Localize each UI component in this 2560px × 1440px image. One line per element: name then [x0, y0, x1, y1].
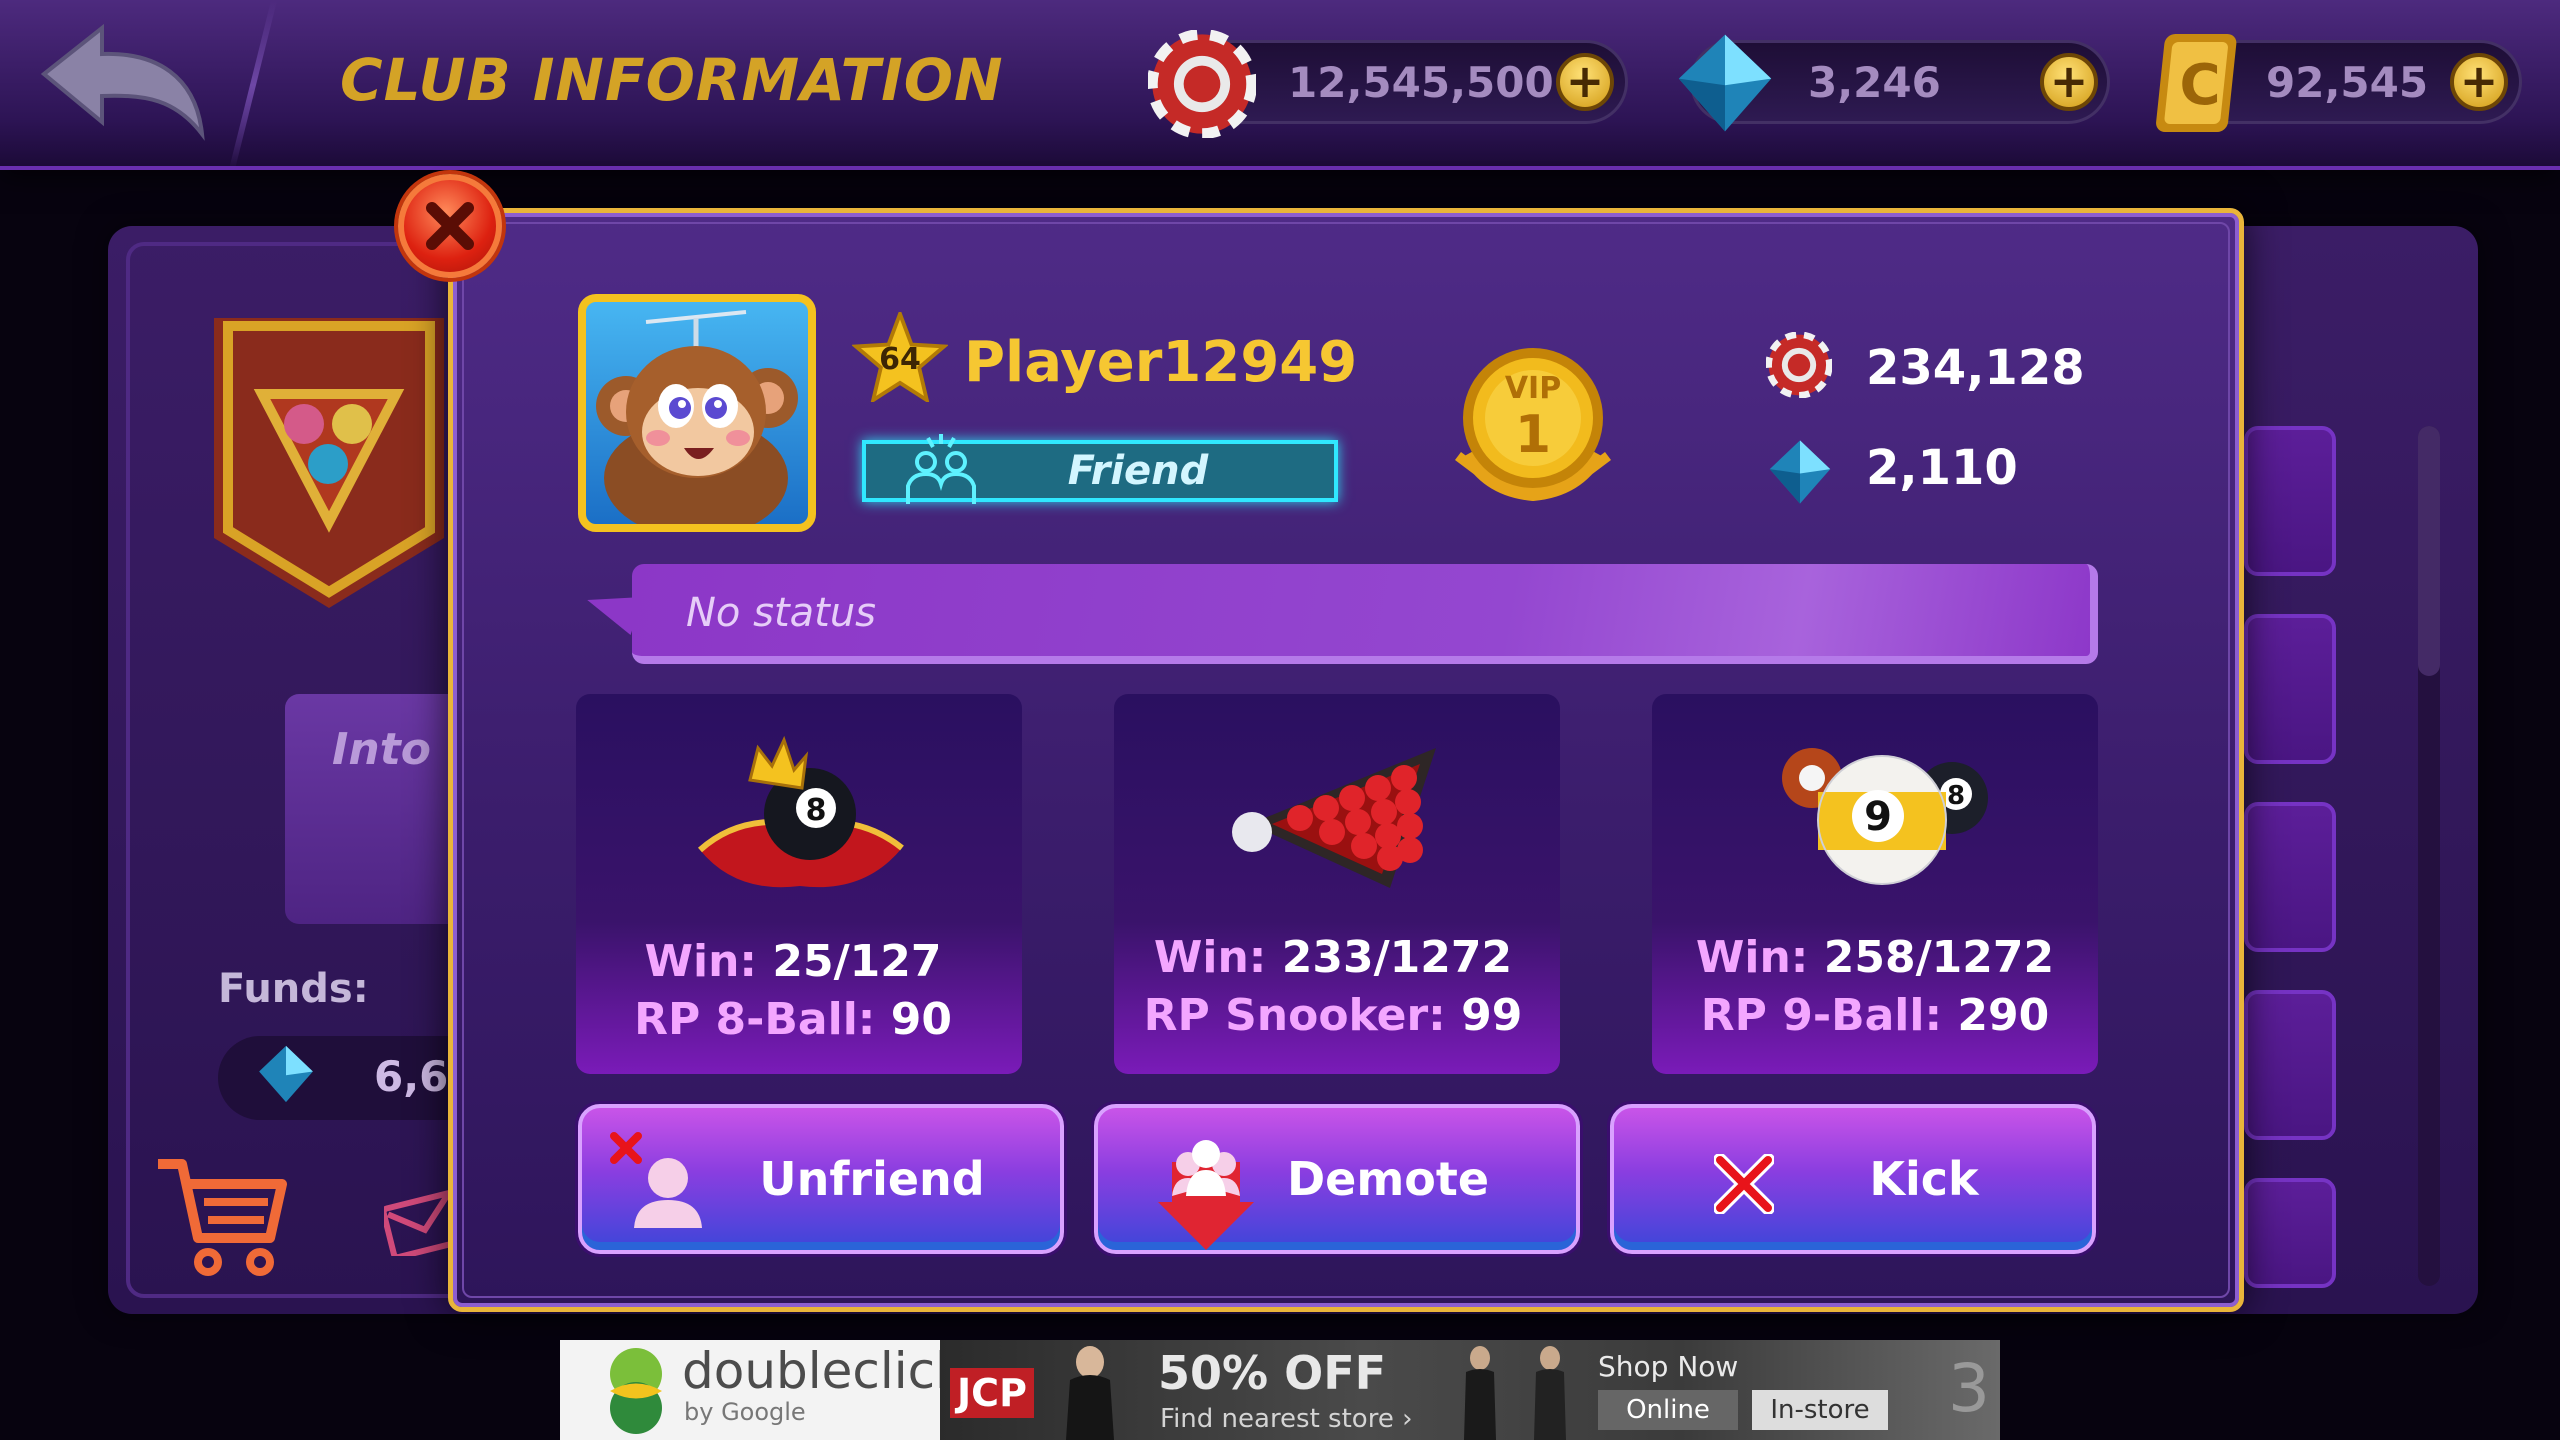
member-slot[interactable] [2244, 802, 2336, 952]
add-chips-button[interactable]: + [1556, 53, 1614, 111]
rp-8-ball-value: 90 [890, 994, 952, 1045]
back-arrow-icon[interactable] [36, 14, 216, 144]
member-slot[interactable] [2244, 990, 2336, 1140]
player-diamond-icon [1769, 440, 1831, 504]
funds-label: Funds: [218, 966, 369, 1012]
ad-instore-button[interactable]: In-store [1752, 1390, 1888, 1430]
ad-shop-now: Shop Now [1598, 1350, 1739, 1383]
win-8-ball: Win: 25/127 [570, 936, 1016, 987]
rp-snooker: RP Snooker: 99 [1110, 990, 1556, 1041]
close-button[interactable] [398, 174, 502, 278]
player-chips-icon [1766, 332, 1832, 398]
nine-ball-icon: 8 9 [1782, 748, 1988, 885]
close-icon [426, 202, 474, 250]
ad-brand-sub: by Google [684, 1398, 806, 1426]
player-avatar[interactable] [578, 294, 816, 532]
kick-button[interactable]: Kick [1610, 1104, 2096, 1254]
page-title: CLUB INFORMATION [340, 46, 1004, 114]
unfriend-label: Unfriend [759, 1152, 985, 1206]
member-slot[interactable] [2244, 614, 2336, 764]
win-9-ball: Win: 258/1272 [1652, 932, 2098, 983]
kick-label: Kick [1869, 1152, 1979, 1206]
rp-9-ball: RP 9-Ball: 290 [1652, 990, 2098, 1041]
ad-model-photo-icon [1066, 1346, 1114, 1440]
relation-label: Friend [1067, 448, 1209, 494]
ad-offer-sub: Find nearest store › [1160, 1404, 1413, 1434]
win-8-ball-value: 25/127 [772, 936, 942, 987]
ad-store-logo: JCP [950, 1368, 1034, 1418]
vip-label: VIP [1505, 371, 1561, 406]
vip-level: 1 [1515, 405, 1551, 465]
doubleclick-logo-icon [610, 1348, 662, 1434]
funds-diamond-icon [259, 1045, 313, 1103]
svg-text:8: 8 [1947, 781, 1965, 811]
member-slot[interactable] [2244, 1178, 2336, 1288]
friends-hug-icon [906, 434, 976, 504]
rp-9-ball-value: 290 [1957, 990, 2050, 1041]
ad-online-button[interactable]: Online [1598, 1390, 1738, 1430]
ad-slide-number: 3 [1948, 1350, 1990, 1427]
kick-x-icon [1714, 1154, 1774, 1214]
chip-icon [1148, 30, 1256, 138]
diamond-icon [1678, 34, 1772, 132]
rp-label: RP Snooker: [1143, 990, 1446, 1041]
win-label: Win: [1153, 932, 1267, 983]
player-chips-value: 234,128 [1866, 340, 2085, 396]
ad-models-photo-icon [1464, 1346, 1566, 1440]
scrollbar-thumb[interactable] [2418, 426, 2440, 676]
svg-text:8: 8 [806, 793, 827, 828]
shop-cart-icon[interactable] [152, 1150, 292, 1280]
player-gems-value: 2,110 [1866, 440, 2018, 496]
rp-8-ball: RP 8-Ball: 90 [570, 994, 1016, 1045]
win-label: Win: [644, 936, 758, 987]
win-9-ball-value: 258/1272 [1823, 932, 2055, 983]
snooker-rack-icon [1232, 748, 1436, 888]
eight-ball-crown-icon: 8 [697, 735, 904, 888]
vip-medal-icon: VIP 1 [1455, 348, 1611, 502]
player-name: Player12949 [964, 330, 1358, 395]
win-label: Win: [1695, 932, 1809, 983]
rp-snooker-value: 99 [1461, 990, 1523, 1041]
add-coins-button[interactable]: + [2450, 53, 2508, 111]
rp-label: RP 9-Ball: [1700, 990, 1943, 1041]
chips-balance: 12,545,500 [1288, 58, 1554, 107]
win-snooker: Win: 233/1272 [1110, 932, 1556, 983]
ad-brand: doubleclick [682, 1342, 965, 1400]
svg-text:9: 9 [1864, 794, 1892, 840]
add-diamonds-button[interactable]: + [2040, 53, 2098, 111]
monkey-avatar-icon [596, 310, 798, 524]
member-slot[interactable] [2244, 426, 2336, 576]
coins-balance: 92,545 [2266, 58, 2429, 107]
win-snooker-value: 233/1272 [1281, 932, 1513, 983]
unfriend-icon [610, 1132, 702, 1228]
coin-icon: C [2156, 34, 2237, 132]
player-status: No status [686, 590, 877, 636]
svg-text:C: C [2179, 53, 2220, 118]
demote-button[interactable]: Demote [1094, 1104, 1580, 1254]
diamonds-balance: 3,246 [1808, 58, 1941, 107]
demote-label: Demote [1286, 1152, 1490, 1206]
club-emblem-icon [214, 318, 444, 608]
ad-offer: 50% OFF [1158, 1346, 1387, 1400]
player-level: 64 [879, 342, 921, 377]
unfriend-button[interactable]: Unfriend [578, 1104, 1064, 1254]
rp-label: RP 8-Ball: [634, 994, 876, 1045]
